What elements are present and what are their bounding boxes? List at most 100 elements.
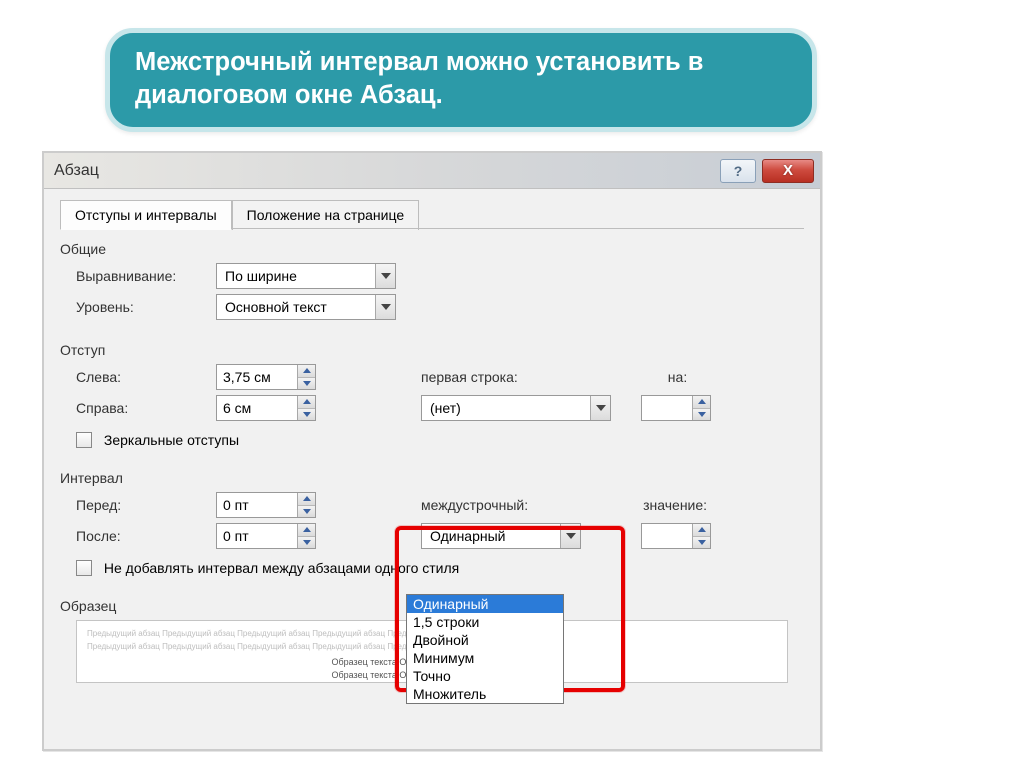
line-spacing-dropdown-button[interactable] xyxy=(560,524,580,548)
line-spacing-option[interactable]: Точно xyxy=(407,667,563,685)
close-icon: X xyxy=(783,162,793,179)
before-value: 0 пт xyxy=(217,497,297,513)
dialog-body: Отступы и интервалы Положение на страниц… xyxy=(44,189,820,749)
tab-position-label: Положение на странице xyxy=(247,207,404,223)
right-spinner[interactable]: 6 см xyxy=(216,395,316,421)
help-icon: ? xyxy=(734,163,743,179)
level-dropdown-button[interactable] xyxy=(375,295,395,319)
left-spinner-buttons xyxy=(297,365,315,389)
tab-indents[interactable]: Отступы и интервалы xyxy=(60,200,232,230)
row-right: Справа: 6 см (нет) xyxy=(76,395,804,421)
row-mirror: Зеркальные отступы xyxy=(76,429,804,448)
before-spinner[interactable]: 0 пт xyxy=(216,492,316,518)
chevron-down-icon xyxy=(303,509,311,514)
left-spinner[interactable]: 3,75 см xyxy=(216,364,316,390)
by-spinner[interactable] xyxy=(641,395,711,421)
level-label: Уровень: xyxy=(76,299,216,315)
before-spinner-buttons xyxy=(297,493,315,517)
info-banner: Межстрочный интервал можно установить в … xyxy=(105,28,817,132)
after-value: 0 пт xyxy=(217,528,297,544)
spinner-up-button[interactable] xyxy=(693,524,710,537)
tab-strip: Отступы и интервалы Положение на страниц… xyxy=(60,199,804,229)
first-line-combo[interactable]: (нет) xyxy=(421,395,611,421)
spinner-up-button[interactable] xyxy=(298,493,315,506)
first-line-label: первая строка: xyxy=(421,369,518,385)
row-alignment: Выравнивание: По ширине xyxy=(76,263,804,289)
titlebar-buttons: ? X xyxy=(720,159,820,183)
line-spacing-value: Одинарный xyxy=(422,528,560,544)
alignment-combo[interactable]: По ширине xyxy=(216,263,396,289)
by-label: на: xyxy=(668,369,687,385)
value-spinner-buttons xyxy=(692,524,710,548)
after-label: После: xyxy=(76,528,216,544)
right-value: 6 см xyxy=(217,400,297,416)
spinner-up-button[interactable] xyxy=(298,365,315,378)
chevron-up-icon xyxy=(303,368,311,373)
alignment-value: По ширине xyxy=(217,268,375,284)
chevron-down-icon xyxy=(381,304,391,310)
section-indent-label: Отступ xyxy=(60,342,804,358)
line-spacing-option[interactable]: Минимум xyxy=(407,649,563,667)
chevron-down-icon xyxy=(698,412,706,417)
dialog-title: Абзац xyxy=(54,162,720,180)
spinner-down-button[interactable] xyxy=(693,537,710,549)
level-value: Основной текст xyxy=(217,299,375,315)
chevron-down-icon xyxy=(381,273,391,279)
spinner-up-button[interactable] xyxy=(298,396,315,409)
chevron-up-icon xyxy=(303,527,311,532)
chevron-down-icon xyxy=(303,381,311,386)
right-label: Справа: xyxy=(76,400,216,416)
spinner-down-button[interactable] xyxy=(298,378,315,390)
first-line-value: (нет) xyxy=(422,400,590,416)
spinner-down-button[interactable] xyxy=(298,537,315,549)
line-spacing-option[interactable]: Двойной xyxy=(407,631,563,649)
chevron-up-icon xyxy=(303,496,311,501)
spinner-down-button[interactable] xyxy=(693,409,710,421)
mirror-checkbox[interactable] xyxy=(76,432,92,448)
row-no-space: Не добавлять интервал между абзацами одн… xyxy=(76,557,804,576)
line-spacing-option[interactable]: Множитель xyxy=(407,685,563,703)
chevron-down-icon xyxy=(566,533,576,539)
line-spacing-dropdown-list[interactable]: Одинарный 1,5 строки Двойной Минимум Точ… xyxy=(406,594,564,704)
tab-position[interactable]: Положение на странице xyxy=(232,200,419,230)
no-space-checkbox[interactable] xyxy=(76,560,92,576)
close-button[interactable]: X xyxy=(762,159,814,183)
chevron-down-icon xyxy=(698,540,706,545)
row-before: Перед: 0 пт междустрочный: значение: xyxy=(76,492,804,518)
value-spinner[interactable] xyxy=(641,523,711,549)
section-general-label: Общие xyxy=(60,241,804,257)
right-spinner-buttons xyxy=(297,396,315,420)
before-label: Перед: xyxy=(76,497,216,513)
alignment-label: Выравнивание: xyxy=(76,268,216,284)
section-spacing-label: Интервал xyxy=(60,470,804,486)
first-line-dropdown-button[interactable] xyxy=(590,396,610,420)
line-spacing-combo[interactable]: Одинарный xyxy=(421,523,581,549)
slide-canvas: Межстрочный интервал можно установить в … xyxy=(0,0,1024,767)
line-spacing-option[interactable]: Одинарный xyxy=(407,595,563,613)
line-spacing-label: междустрочный: xyxy=(421,497,528,513)
dialog-titlebar: Абзац ? X xyxy=(44,153,820,189)
left-value: 3,75 см xyxy=(217,369,297,385)
row-after: После: 0 пт Одинарный xyxy=(76,523,804,549)
info-banner-text: Межстрочный интервал можно установить в … xyxy=(135,46,787,112)
chevron-up-icon xyxy=(698,399,706,404)
level-combo[interactable]: Основной текст xyxy=(216,294,396,320)
chevron-down-icon xyxy=(596,405,606,411)
spinner-up-button[interactable] xyxy=(298,524,315,537)
row-level: Уровень: Основной текст xyxy=(76,294,804,320)
spinner-down-button[interactable] xyxy=(298,506,315,518)
line-spacing-option[interactable]: 1,5 строки xyxy=(407,613,563,631)
chevron-down-icon xyxy=(303,412,311,417)
chevron-up-icon xyxy=(698,527,706,532)
left-label: Слева: xyxy=(76,369,216,385)
paragraph-dialog: Абзац ? X Отступы и интервалы Положение … xyxy=(42,151,822,751)
spinner-up-button[interactable] xyxy=(693,396,710,409)
chevron-down-icon xyxy=(303,540,311,545)
tab-indents-label: Отступы и интервалы xyxy=(75,207,217,223)
spinner-down-button[interactable] xyxy=(298,409,315,421)
after-spinner[interactable]: 0 пт xyxy=(216,523,316,549)
mirror-label: Зеркальные отступы xyxy=(104,432,239,448)
chevron-up-icon xyxy=(303,399,311,404)
help-button[interactable]: ? xyxy=(720,159,756,183)
alignment-dropdown-button[interactable] xyxy=(375,264,395,288)
